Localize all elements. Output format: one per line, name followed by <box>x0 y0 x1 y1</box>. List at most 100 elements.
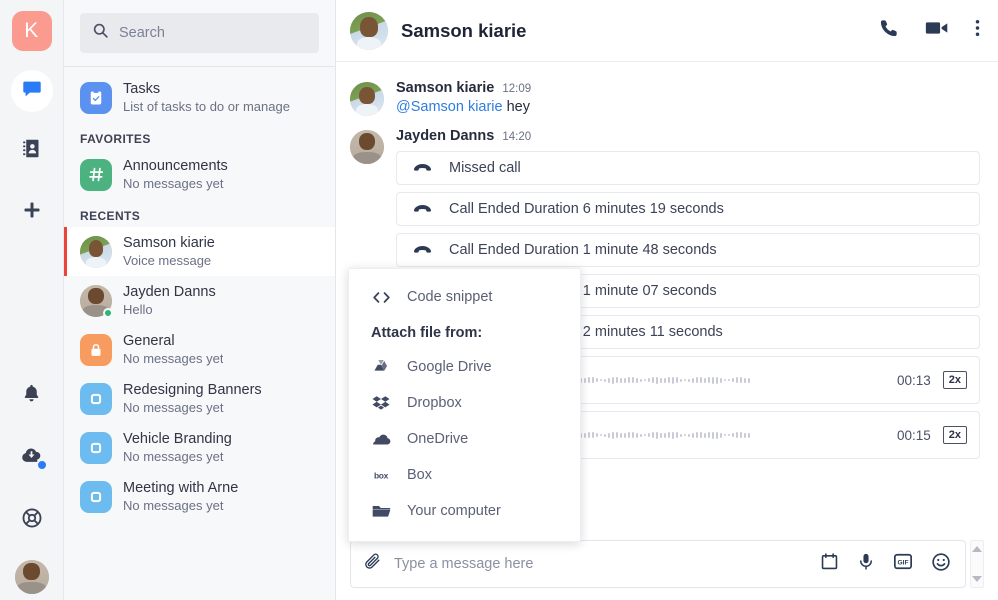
rail-item-notifications[interactable] <box>10 374 54 418</box>
chat-header: Samson kiarie <box>336 0 998 62</box>
menu-item-google-drive[interactable]: Google Drive <box>349 349 580 385</box>
call-event-card[interactable]: Call Ended Duration 6 minutes 19 seconds <box>396 192 980 226</box>
playback-speed-badge[interactable]: 2x <box>942 371 967 389</box>
sidebar-item-general[interactable]: General No messages yet <box>64 325 335 374</box>
rail-item-chat[interactable] <box>10 70 53 112</box>
dropbox-icon <box>371 395 391 412</box>
message-group: Samson kiarie 12:09 @Samson kiarie hey <box>336 74 998 118</box>
sidebar-item-subtitle: Voice message <box>123 253 212 268</box>
sidebar: Tasks List of tasks to do or manage FAVO… <box>64 0 336 600</box>
call-event-label: Call Ended Duration 1 minute 48 seconds <box>449 242 717 258</box>
menu-item-dropbox[interactable]: Dropbox <box>349 385 580 421</box>
code-brackets-icon <box>371 291 391 304</box>
calendar-icon <box>820 553 839 575</box>
more-options-button[interactable] <box>975 18 980 43</box>
sidebar-item-title: Tasks <box>123 81 161 97</box>
call-event-label: Call Ended Duration 6 minutes 19 seconds <box>449 201 724 217</box>
kebab-menu-icon <box>975 18 980 43</box>
rail-item-profile[interactable] <box>14 560 49 594</box>
menu-item-label: Code snippet <box>407 289 493 305</box>
sidebar-item-announcements[interactable]: Announcements No messages yet <box>64 150 335 199</box>
menu-item-label: OneDrive <box>407 431 469 447</box>
mention-link[interactable]: @Samson kiarie <box>396 99 503 115</box>
sidebar-item-vehicle-branding[interactable]: Vehicle Branding No messages yet <box>64 423 335 472</box>
sidebar-item-subtitle: No messages yet <box>123 498 224 513</box>
chat-application: K Search Tasks List of tasks to do or ma… <box>0 0 998 600</box>
smiley-icon <box>931 552 951 576</box>
search-input[interactable] <box>119 25 307 41</box>
svg-text:box: box <box>374 470 389 480</box>
hash-icon <box>80 158 112 191</box>
sidebar-item-meeting-with-arne[interactable]: Meeting with Arne No messages yet <box>64 472 335 521</box>
call-event-card[interactable]: Missed call <box>396 151 980 185</box>
message-author: Jayden Danns <box>396 128 495 144</box>
menu-item-box[interactable]: box Box <box>349 457 580 493</box>
search-box[interactable] <box>80 13 319 53</box>
voice-record-button[interactable] <box>857 552 875 576</box>
sidebar-item-tasks[interactable]: Tasks List of tasks to do or manage <box>64 73 335 122</box>
lock-icon <box>80 333 112 366</box>
emoji-button[interactable] <box>931 552 951 577</box>
sidebar-item-title: Samson kiarie <box>123 235 215 251</box>
menu-item-label: Your computer <box>407 503 501 519</box>
sidebar-item-samson-kiarie[interactable]: Samson kiarie Voice message <box>64 227 335 276</box>
phone-hangup-icon <box>413 245 432 256</box>
sidebar-item-title: Redesigning Banners <box>123 382 262 398</box>
sidebar-item-redesigning-banners[interactable]: Redesigning Banners No messages yet <box>64 374 335 423</box>
voice-duration: 00:15 <box>896 427 931 443</box>
message-author: Samson kiarie <box>396 80 495 96</box>
menu-item-label: Google Drive <box>407 359 492 375</box>
rail-item-help[interactable] <box>10 498 54 542</box>
square-rounded-icon <box>80 382 112 415</box>
sidebar-item-title: Meeting with Arne <box>123 480 239 496</box>
square-rounded-icon <box>80 480 112 513</box>
search-container <box>64 0 335 53</box>
playback-speed-badge[interactable]: 2x <box>942 426 967 444</box>
video-call-button[interactable] <box>925 18 949 43</box>
rail-item-downloads[interactable] <box>10 436 54 480</box>
voice-duration: 00:13 <box>896 372 931 388</box>
scroll-up-icon[interactable] <box>972 546 982 552</box>
menu-item-code-snippet[interactable]: Code snippet <box>349 279 580 315</box>
gif-icon: GIF <box>893 553 913 575</box>
attach-context-menu[interactable]: Code snippet Attach file from: Google Dr… <box>348 268 581 542</box>
section-label-recents: RECENTS <box>80 209 141 223</box>
clipboard-check-icon <box>80 81 112 114</box>
page-title: Samson kiarie <box>401 19 527 41</box>
message-composer[interactable]: GIF <box>350 540 966 588</box>
svg-text:GIF: GIF <box>897 559 908 566</box>
bell-icon <box>21 383 42 409</box>
presence-indicator <box>103 307 113 318</box>
message-text: @Samson kiarie hey <box>396 97 980 118</box>
sidebar-item-jayden-danns[interactable]: Jayden Danns Hello <box>64 276 335 325</box>
paperclip-icon[interactable] <box>363 552 382 576</box>
phone-hangup-icon <box>413 163 432 174</box>
avatar <box>350 130 384 164</box>
onedrive-icon <box>371 433 391 446</box>
call-event-card[interactable]: Call Ended Duration 1 minute 48 seconds <box>396 233 980 267</box>
sidebar-item-title: Announcements <box>123 158 228 174</box>
menu-item-label: Dropbox <box>407 395 462 411</box>
avatar <box>350 82 384 116</box>
schedule-button[interactable] <box>820 552 839 576</box>
gif-button[interactable]: GIF <box>893 552 913 576</box>
app-logo[interactable]: K <box>11 11 52 51</box>
menu-item-label: Box <box>407 467 432 483</box>
audio-call-button[interactable] <box>879 18 899 43</box>
folder-icon <box>371 504 391 519</box>
video-camera-icon <box>925 18 949 43</box>
composer-scrollbar[interactable] <box>970 540 984 588</box>
avatar <box>14 560 49 594</box>
rail-item-contacts[interactable] <box>10 129 54 173</box>
sidebar-item-title: Vehicle Branding <box>123 431 232 447</box>
scroll-down-icon[interactable] <box>972 576 982 582</box>
message-body: hey <box>502 99 531 115</box>
message-timestamp: 14:20 <box>502 131 532 143</box>
rail-item-add[interactable] <box>10 190 54 234</box>
menu-item-your-computer[interactable]: Your computer <box>349 493 580 529</box>
sidebar-item-subtitle: No messages yet <box>123 176 224 191</box>
sidebar-item-title: Jayden Danns <box>123 284 216 300</box>
message-input[interactable] <box>394 556 808 572</box>
menu-item-onedrive[interactable]: OneDrive <box>349 421 580 457</box>
square-rounded-icon <box>80 431 112 464</box>
